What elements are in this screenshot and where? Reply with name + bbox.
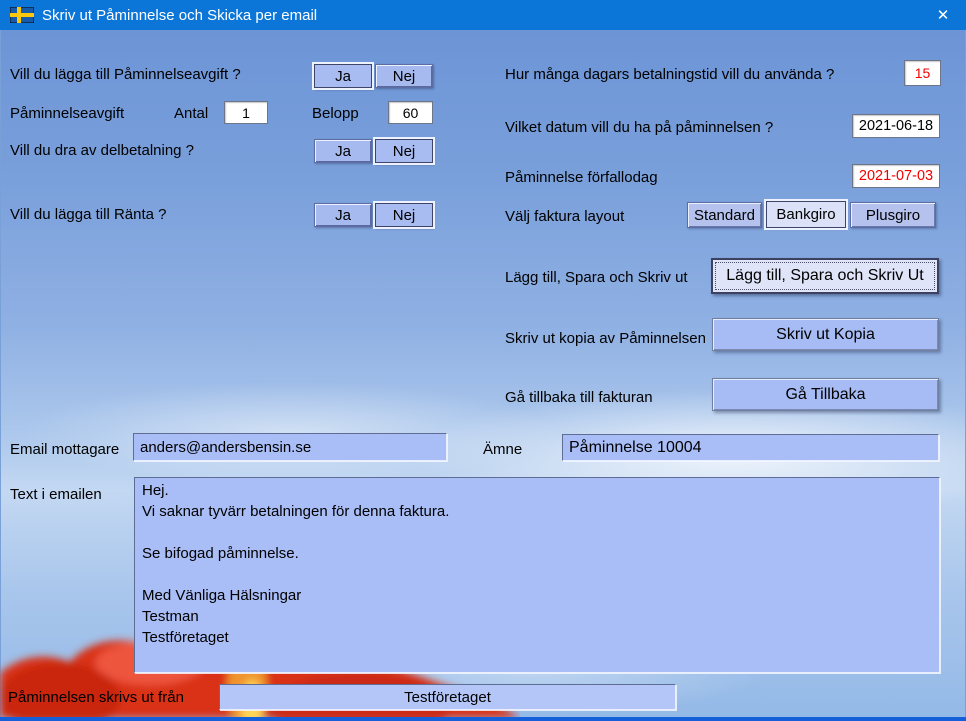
app-window: Skriv ut Påminnelse och Skicka per email… xyxy=(0,0,966,721)
print-copy-label: Skriv ut kopia av Påminnelsen xyxy=(505,330,706,347)
fee-yes-button[interactable]: Ja xyxy=(314,64,372,88)
interest-no-button[interactable]: Nej xyxy=(375,203,433,227)
interest-question-label: Vill du lägga till Ränta ? xyxy=(10,206,167,223)
print-copy-button[interactable]: Skriv ut Kopia xyxy=(712,318,939,351)
layout-label: Välj faktura layout xyxy=(505,208,624,225)
layout-plusgiro-button[interactable]: Plusgiro xyxy=(850,202,936,228)
partpay-yes-button[interactable]: Ja xyxy=(314,139,372,163)
antal-label: Antal xyxy=(174,105,208,122)
window-border-bottom xyxy=(0,717,966,721)
window-title: Skriv ut Påminnelse och Skicka per email xyxy=(42,7,317,24)
due-date-input[interactable] xyxy=(852,164,940,188)
layout-standard-button[interactable]: Standard xyxy=(687,202,762,228)
email-recipient-label: Email mottagare xyxy=(10,441,119,458)
swedish-flag-icon xyxy=(10,7,34,23)
reminder-date-label: Vilket datum vill du ha på påminnelsen ? xyxy=(505,119,773,136)
due-date-label: Påminnelse förfallodag xyxy=(505,169,658,186)
payment-days-input[interactable] xyxy=(904,60,941,86)
email-body-textarea[interactable]: Hej. Vi saknar tyvärr betalningen för de… xyxy=(134,477,940,673)
email-recipient-input[interactable] xyxy=(133,433,447,461)
layout-bankgiro-button[interactable]: Bankgiro xyxy=(766,201,846,228)
title-bar: Skriv ut Påminnelse och Skicka per email xyxy=(0,0,966,30)
partpay-question-label: Vill du dra av delbetalning ? xyxy=(10,142,194,159)
close-icon[interactable]: ✕ xyxy=(920,0,966,30)
partpay-no-button[interactable]: Nej xyxy=(375,139,433,163)
add-save-print-button[interactable]: Lägg till, Spara och Skriv Ut xyxy=(711,258,939,294)
subject-input[interactable] xyxy=(562,434,939,461)
payment-days-label: Hur många dagars betalningstid vill du a… xyxy=(505,66,834,83)
printed-from-field[interactable] xyxy=(219,684,676,710)
subject-label: Ämne xyxy=(483,441,522,458)
interest-yes-button[interactable]: Ja xyxy=(314,203,372,227)
printed-from-label: Påminnelsen skrivs ut från xyxy=(8,689,184,706)
belopp-input[interactable] xyxy=(388,101,433,124)
fee-question-label: Vill du lägga till Påminnelseavgift ? xyxy=(10,66,241,83)
go-back-button[interactable]: Gå Tillbaka xyxy=(712,378,939,411)
email-body-label: Text i emailen xyxy=(10,486,102,503)
fee-label: Påminnelseavgift xyxy=(10,105,124,122)
add-save-print-label: Lägg till, Spara och Skriv ut xyxy=(505,269,688,286)
reminder-date-input[interactable] xyxy=(852,114,940,138)
belopp-label: Belopp xyxy=(312,105,359,122)
go-back-label: Gå tillbaka till fakturan xyxy=(505,389,653,406)
fee-no-button[interactable]: Nej xyxy=(375,64,433,88)
antal-input[interactable] xyxy=(224,101,268,124)
